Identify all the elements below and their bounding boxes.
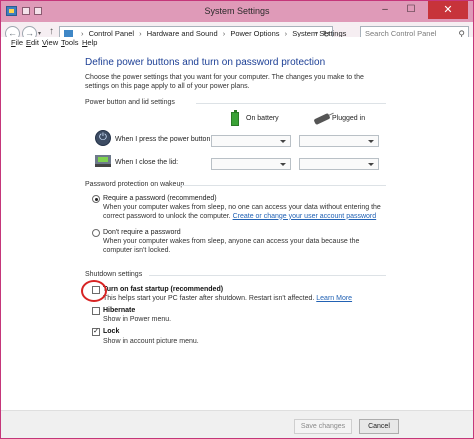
password-group-label: Password protection on wakeup — [85, 181, 185, 188]
group-divider — [196, 103, 386, 104]
lock-checkbox[interactable]: ✓ — [92, 328, 100, 336]
hibernate-checkbox[interactable] — [92, 307, 100, 315]
footer-bar: Save changes Cancel — [1, 410, 473, 438]
cancel-button[interactable]: Cancel — [359, 419, 399, 434]
hibernate-description: Show in Power menu. — [103, 316, 172, 323]
up-level-button[interactable]: ↑ — [49, 26, 54, 37]
require-password-description: When your computer wakes from sleep, no … — [103, 204, 383, 221]
annotation-circle — [81, 280, 107, 302]
menu-view[interactable]: View — [42, 38, 58, 47]
save-changes-button[interactable]: Save changes — [294, 419, 352, 434]
lock-label[interactable]: Lock — [103, 328, 119, 335]
menu-file[interactable]: File — [11, 38, 23, 47]
plugged-in-icon — [313, 112, 331, 126]
power-button-battery-select[interactable] — [211, 135, 291, 147]
menu-bar: File Edit View Tools Help — [1, 37, 473, 49]
system-settings-window: System Settings – ☐ ✕ ← → ▾ ↑ › Control … — [0, 0, 474, 439]
group-divider — [149, 275, 386, 276]
main-content: Define power buttons and turn on passwor… — [1, 49, 473, 410]
change-password-link[interactable]: Create or change your user account passw… — [233, 213, 377, 220]
page-description: Choose the power settings that you want … — [85, 74, 364, 90]
maximize-button[interactable]: ☐ — [399, 1, 423, 19]
dont-require-password-description: When your computer wakes from sleep, any… — [103, 238, 360, 254]
on-battery-label: On battery — [246, 115, 279, 122]
recent-locations-icon[interactable]: ▾ — [38, 30, 41, 37]
power-button-icon: ⏻ — [95, 130, 111, 146]
lock-description: Show in account picture menu. — [103, 338, 199, 345]
fast-startup-description: This helps start your PC faster after sh… — [103, 295, 352, 302]
learn-more-link[interactable]: Learn More — [316, 295, 352, 302]
dont-require-password-label[interactable]: Don't require a password — [103, 229, 181, 236]
menu-tools[interactable]: Tools — [61, 38, 79, 47]
power-button-plugged-select[interactable] — [299, 135, 379, 147]
fast-startup-label[interactable]: Turn on fast startup (recommended) — [103, 286, 223, 293]
hibernate-label[interactable]: Hibernate — [103, 307, 135, 314]
close-button[interactable]: ✕ — [428, 1, 468, 19]
fast-startup-desc-text: This helps start your PC faster after sh… — [103, 295, 315, 302]
title-bar: System Settings – ☐ ✕ — [1, 1, 473, 22]
minimize-button[interactable]: – — [373, 1, 397, 19]
power-button-label: When I press the power button: — [115, 136, 213, 143]
require-password-radio[interactable] — [92, 195, 100, 203]
menu-help[interactable]: Help — [82, 38, 97, 47]
laptop-lid-icon — [95, 155, 111, 167]
page-title: Define power buttons and turn on passwor… — [85, 57, 326, 68]
battery-icon — [231, 110, 239, 126]
close-lid-label: When I close the lid: — [115, 159, 179, 166]
shutdown-group-label: Shutdown settings — [85, 271, 143, 278]
plugged-in-label: Plugged in — [332, 115, 366, 122]
close-lid-plugged-select[interactable] — [299, 158, 379, 170]
dont-require-password-radio[interactable] — [92, 229, 100, 237]
group-divider — [181, 185, 386, 186]
menu-edit[interactable]: Edit — [26, 38, 39, 47]
close-lid-battery-select[interactable] — [211, 158, 291, 170]
power-group-label: Power button and lid settings — [85, 99, 175, 106]
require-password-label[interactable]: Require a password (recommended) — [103, 195, 217, 202]
